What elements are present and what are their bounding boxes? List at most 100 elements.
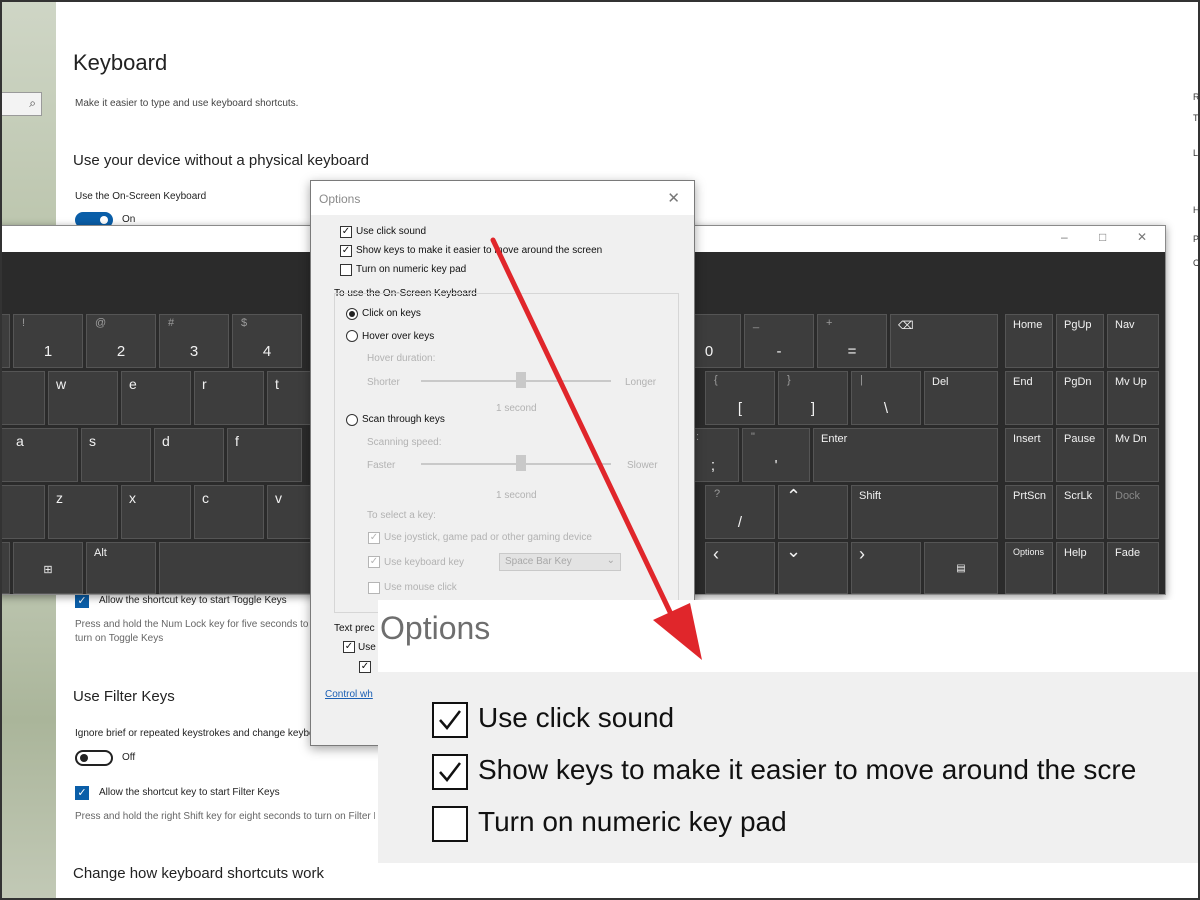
osk-setting-label: Use the On-Screen Keyboard xyxy=(75,191,207,202)
osk-key-arrow-right[interactable]: › xyxy=(851,542,921,594)
filter-keys-heading: Use Filter Keys xyxy=(73,688,175,705)
close-icon[interactable]: ✕ xyxy=(667,189,680,207)
osk-key-arrow-down[interactable]: ⌄ xyxy=(778,541,848,594)
osk-key-bracket-left[interactable]: {[ xyxy=(705,371,775,425)
toggle-keys-shortcut-checkbox[interactable]: ✓ xyxy=(75,594,89,608)
click-sound-checkbox[interactable]: ✓ xyxy=(340,226,352,238)
osk-key-pause[interactable]: Pause xyxy=(1056,428,1104,482)
text-prediction-checkbox[interactable]: ✓ xyxy=(343,641,355,653)
keyboard-key-dropdown[interactable]: Space Bar Key ⌄ xyxy=(499,553,621,571)
filter-keys-shortcut-checkbox[interactable]: ✓ xyxy=(75,786,89,800)
osk-key-x[interactable]: x xyxy=(121,485,191,539)
osk-key-menu[interactable]: ▤ xyxy=(924,542,998,594)
hover-slider-thumb[interactable] xyxy=(516,372,526,388)
maximize-button[interactable]: □ xyxy=(1099,230,1106,244)
osk-key-shift-right[interactable]: Shift xyxy=(851,485,998,539)
zoom-click-sound-label: Use click sound xyxy=(478,702,675,733)
osk-key-equals[interactable]: + = xyxy=(817,314,887,368)
osk-key-enter[interactable]: Enter xyxy=(813,428,998,482)
osk-key-w[interactable]: w xyxy=(48,371,118,425)
click-on-keys-label: Click on keys xyxy=(362,308,421,319)
page-title: Keyboard xyxy=(73,50,168,75)
osk-key-pgdn[interactable]: PgDn xyxy=(1056,371,1104,425)
osk-key-mvup[interactable]: Mv Up xyxy=(1107,371,1159,425)
osk-key-del[interactable]: Del xyxy=(924,371,998,425)
osk-key-scrlk[interactable]: ScrLk xyxy=(1056,485,1104,539)
toggle-keys-shortcut-label: Allow the shortcut key to start Toggle K… xyxy=(99,595,287,606)
hover-duration-label: Hover duration: xyxy=(367,353,436,364)
zoom-show-keys-checkbox[interactable] xyxy=(432,754,468,790)
osk-key-r[interactable]: r xyxy=(194,371,264,425)
scan-slider-thumb[interactable] xyxy=(516,455,526,471)
zoomed-options-title: Options xyxy=(380,610,491,646)
osk-key-v[interactable]: v xyxy=(267,485,312,539)
click-sound-label: Use click sound xyxy=(356,226,427,237)
osk-key-ctrl[interactable] xyxy=(0,542,10,594)
osk-key-pgup[interactable]: PgUp xyxy=(1056,314,1104,368)
dropdown-value: Space Bar Key xyxy=(505,556,572,567)
settings-search-box[interactable]: ⌕ xyxy=(0,92,42,116)
longer-label: Longer xyxy=(625,377,657,388)
joystick-checkbox[interactable]: ✓ xyxy=(368,532,380,544)
osk-key-alt[interactable]: Alt xyxy=(86,542,156,594)
osk-key-1[interactable]: ! 1 xyxy=(13,314,83,368)
text-prediction-sub-checkbox[interactable]: ✓ xyxy=(359,661,371,673)
close-button[interactable]: ✕ xyxy=(1137,230,1147,244)
mouse-click-checkbox[interactable] xyxy=(368,582,380,594)
osk-key-shift-left[interactable] xyxy=(0,485,45,539)
right-edge-text: L xyxy=(1193,148,1199,158)
osk-key-e[interactable]: e xyxy=(121,371,191,425)
page-subtitle: Make it easier to type and use keyboard … xyxy=(75,98,299,109)
filter-keys-toggle-state: Off xyxy=(122,752,136,763)
osk-key-z[interactable]: z xyxy=(48,485,118,539)
osk-key-3[interactable]: #3 xyxy=(159,314,229,368)
osk-key-backslash[interactable]: | \ xyxy=(851,371,921,425)
keyboard-key-checkbox[interactable]: ✓ xyxy=(368,556,380,568)
mouse-click-label: Use mouse click xyxy=(384,582,457,593)
osk-key-tab[interactable] xyxy=(0,371,45,425)
osk-key-quote[interactable]: " ' xyxy=(742,428,810,482)
osk-key-backspace[interactable]: ⌫ xyxy=(890,314,998,368)
zoom-show-keys-label: Show keys to make it easier to move arou… xyxy=(478,754,1137,785)
osk-key-arrow-up[interactable]: ⌃ xyxy=(778,485,848,539)
osk-key-minus[interactable]: _ - xyxy=(744,314,814,368)
show-keys-checkbox[interactable]: ✓ xyxy=(340,245,352,257)
osk-key-nav[interactable]: Nav xyxy=(1107,314,1159,368)
osk-key-2[interactable]: @2 xyxy=(86,314,156,368)
zoom-numeric-keypad-checkbox[interactable] xyxy=(432,806,468,842)
filter-keys-toggle[interactable] xyxy=(75,750,113,766)
hover-over-keys-radio[interactable] xyxy=(346,330,358,342)
osk-key-d[interactable]: d xyxy=(154,428,224,482)
osk-key-help[interactable]: Help xyxy=(1056,542,1104,594)
osk-key-space[interactable] xyxy=(159,542,312,594)
osk-key[interactable] xyxy=(0,314,10,368)
osk-key-f[interactable]: f xyxy=(227,428,302,482)
osk-key-prtscn[interactable]: PrtScn xyxy=(1005,485,1053,539)
osk-key-s[interactable]: s xyxy=(81,428,151,482)
zoomed-options-body: Use click sound Show keys to make it eas… xyxy=(378,672,1200,863)
osk-key-c[interactable]: c xyxy=(194,485,264,539)
osk-key-t[interactable]: t xyxy=(267,371,312,425)
osk-key-4[interactable]: $4 xyxy=(232,314,302,368)
show-keys-label: Show keys to make it easier to move arou… xyxy=(356,245,603,256)
zoom-numeric-keypad-label: Turn on numeric key pad xyxy=(478,806,787,837)
zoom-click-sound-checkbox[interactable] xyxy=(432,702,468,738)
osk-key-end[interactable]: End xyxy=(1005,371,1053,425)
osk-key-fade[interactable]: Fade xyxy=(1107,542,1159,594)
minimize-button[interactable]: – xyxy=(1061,230,1068,244)
osk-key-mvdn[interactable]: Mv Dn xyxy=(1107,428,1159,482)
zoomed-options-panel: Options Use click sound Show keys to mak… xyxy=(378,600,1200,863)
osk-key-bracket-right[interactable]: }] xyxy=(778,371,848,425)
osk-key-arrow-left[interactable]: ‹ xyxy=(705,542,775,594)
osk-key-home[interactable]: Home xyxy=(1005,314,1053,368)
osk-key-a[interactable]: a xyxy=(0,428,78,482)
numeric-keypad-checkbox[interactable] xyxy=(340,264,352,276)
osk-key-windows[interactable]: ⊞ xyxy=(13,542,83,594)
osk-key-dock[interactable]: Dock xyxy=(1107,485,1159,539)
osk-key-insert[interactable]: Insert xyxy=(1005,428,1053,482)
osk-key-options[interactable]: Options xyxy=(1005,542,1053,594)
click-on-keys-radio[interactable] xyxy=(346,308,358,320)
osk-key-slash[interactable]: ? / xyxy=(705,485,775,539)
scan-through-keys-radio[interactable] xyxy=(346,414,358,426)
control-link[interactable]: Control wh xyxy=(325,689,373,700)
